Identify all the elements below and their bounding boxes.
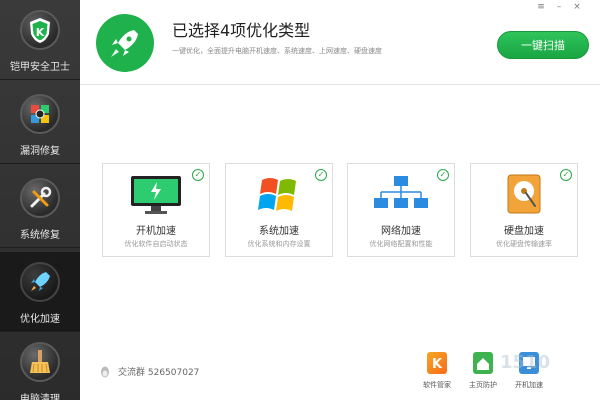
sidebar-item-cleanup[interactable]: 电脑清理 (0, 332, 80, 400)
header-divider (80, 84, 600, 85)
app-window: K 铠甲安全卫士 漏洞修复 系统修复 优化加速 电脑清理 ≡ – × 已选择4项… (0, 0, 600, 400)
card-subtitle: 优化硬盘传输速率 (496, 240, 552, 248)
rocket-icon (20, 262, 60, 302)
card-subtitle: 优化网络配置和性能 (369, 240, 433, 248)
card-subtitle: 优化系统和内存设置 (247, 240, 311, 248)
home-shield-icon (473, 352, 493, 374)
sidebar-item-home[interactable]: K 铠甲安全卫士 (0, 0, 80, 80)
qq-group-label: 交流群 526507027 (118, 368, 200, 378)
one-click-scan-button[interactable]: 一键扫描 (497, 31, 589, 59)
sidebar-item-label: 铠甲安全卫士 (10, 62, 70, 73)
windows-flag-icon (20, 94, 60, 134)
card-title: 网络加速 (381, 226, 421, 237)
sidebar-item-label: 系统修复 (20, 230, 60, 241)
page-title: 已选择4项优化类型 (172, 21, 311, 40)
tool-label: 开机加速 (515, 381, 543, 389)
network-tree-icon (348, 172, 454, 216)
menu-button[interactable]: ≡ (534, 2, 548, 12)
card-subtitle: 优化软件自启动状态 (124, 240, 188, 248)
windows-logo-icon (226, 172, 332, 216)
monitor-bolt-icon (103, 172, 209, 216)
card-system-speedup[interactable]: ✓ 系统加速 优化系统和内存设置 (225, 163, 333, 257)
homepage-protect-button[interactable]: 主页防护 (463, 352, 503, 398)
sidebar-item-optimize[interactable]: 优化加速 (0, 252, 80, 332)
card-title: 系统加速 (259, 226, 299, 237)
hard-disk-icon (471, 172, 577, 216)
sidebar: K 铠甲安全卫士 漏洞修复 系统修复 优化加速 电脑清理 (0, 0, 80, 400)
sidebar-item-label: 漏洞修复 (20, 146, 60, 157)
rocket-icon (96, 14, 154, 72)
software-manager-button[interactable]: K 软件管家 (417, 352, 457, 398)
sidebar-item-label: 优化加速 (20, 314, 60, 325)
page-subtitle: 一键优化，全面提升电脑开机速度、系统速度、上网速度、硬盘速度 (172, 47, 382, 55)
card-disk-speedup[interactable]: ✓ 硬盘加速 优化硬盘传输速率 (470, 163, 578, 257)
sidebar-item-system-repair[interactable]: 系统修复 (0, 168, 80, 248)
qq-penguin-icon (98, 364, 112, 378)
k-app-icon: K (427, 352, 447, 374)
card-network-speedup[interactable]: ✓ 网络加速 优化网络配置和性能 (347, 163, 455, 257)
shield-k-icon: K (20, 10, 60, 50)
wrench-screwdriver-icon (20, 178, 60, 218)
svg-text:K: K (432, 357, 443, 372)
watermark-logo: 1510 (500, 352, 551, 373)
card-title: 硬盘加速 (504, 226, 544, 237)
sidebar-item-label: 电脑清理 (20, 394, 60, 400)
card-title: 开机加速 (136, 226, 176, 237)
sidebar-item-vuln-repair[interactable]: 漏洞修复 (0, 84, 80, 164)
svg-text:K: K (36, 26, 45, 39)
close-button[interactable]: × (570, 2, 584, 12)
broom-icon (20, 342, 60, 382)
minimize-button[interactable]: – (552, 2, 566, 12)
card-boot-speedup[interactable]: ✓ 开机加速 优化软件自启动状态 (102, 163, 210, 257)
